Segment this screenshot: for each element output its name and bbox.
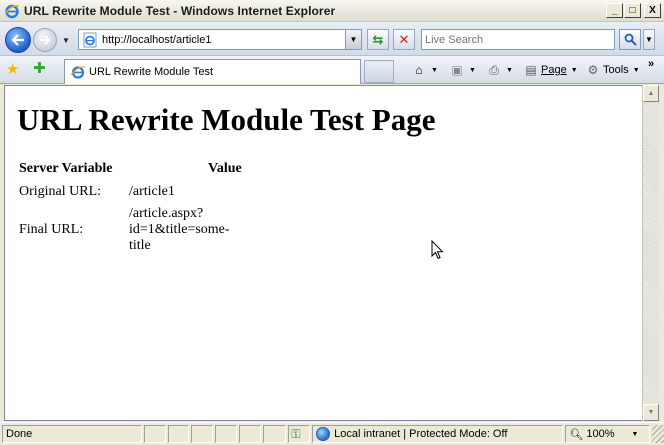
add-favorites-icon[interactable]: ✚ xyxy=(33,59,46,77)
column-header-value: Value xyxy=(208,161,242,176)
chevron-down-icon: ▼ xyxy=(631,430,639,438)
status-pane xyxy=(262,425,287,443)
protected-mode-pane[interactable]: ⚿ xyxy=(288,425,311,443)
table-cell-value: /article.aspx?id=1&title=some-title xyxy=(129,206,230,253)
zoom-pane[interactable]: 🔍︎ 100% ▼ xyxy=(565,425,651,443)
page-menu-button[interactable]: ▤ Page ▼ xyxy=(523,62,578,78)
page-menu-label: Page xyxy=(541,64,567,76)
window-title: URL Rewrite Module Test - Windows Intern… xyxy=(24,3,336,18)
table-cell-variable: Final URL: xyxy=(19,222,84,237)
chevron-down-icon: ▼ xyxy=(469,66,476,74)
minimize-button[interactable]: _ xyxy=(606,3,623,18)
address-bar[interactable]: ▼ xyxy=(78,29,362,50)
chevron-down-icon: ▼ xyxy=(349,35,358,44)
page-title: URL Rewrite Module Test Page xyxy=(17,102,436,137)
chevron-down-icon: ▼ xyxy=(632,66,640,74)
feeds-icon: ▣ xyxy=(451,63,463,77)
zoom-level: 100% xyxy=(586,428,615,440)
home-icon: ⌂ xyxy=(415,63,423,77)
table-row: Original URL: /article1 xyxy=(18,181,243,203)
column-header-server-variable: Server Variable xyxy=(19,161,113,176)
address-input[interactable] xyxy=(102,33,345,46)
chevron-down-icon: ▼ xyxy=(645,35,653,44)
gear-icon: ⚙ xyxy=(587,63,599,77)
maximize-button[interactable]: □ xyxy=(624,3,641,18)
chevron-down-icon: ▼ xyxy=(570,66,578,74)
navigation-bar: ▼ ▼ ⇆ ✕ ▼ xyxy=(0,22,664,56)
chevron-up-icon: ▲ xyxy=(647,90,655,97)
globe-icon xyxy=(316,427,331,441)
status-pane xyxy=(143,425,166,443)
refresh-button[interactable]: ⇆ xyxy=(367,29,389,50)
back-arrow-icon xyxy=(11,34,24,46)
forward-button[interactable] xyxy=(33,28,57,52)
stop-button[interactable]: ✕ xyxy=(393,29,415,50)
status-pane xyxy=(191,425,214,443)
close-icon: X xyxy=(649,4,656,16)
scroll-down-button[interactable]: ▼ xyxy=(643,404,659,421)
status-text: Done xyxy=(2,425,142,443)
mouse-cursor-icon xyxy=(431,240,444,260)
forward-arrow-icon xyxy=(40,35,51,45)
search-input[interactable] xyxy=(422,33,614,46)
refresh-icon: ⇆ xyxy=(372,31,384,47)
tab-label: URL Rewrite Module Test xyxy=(89,66,214,78)
recent-pages-dropdown-icon[interactable]: ▼ xyxy=(62,36,70,45)
maximize-icon: □ xyxy=(629,4,636,16)
status-bar: Done ⚿ Local intranet | Protected Mode: … xyxy=(0,422,664,445)
status-pane xyxy=(167,425,190,443)
status-pane xyxy=(215,425,237,443)
close-button[interactable]: X xyxy=(644,3,661,18)
table-cell-variable: Original URL: xyxy=(19,184,102,199)
home-button[interactable]: ⌂ ▼ xyxy=(411,62,438,78)
chevron-down-icon: ▼ xyxy=(506,66,513,74)
status-label: Done xyxy=(6,428,33,440)
server-variables-table: Server Variable Value Original URL: /art… xyxy=(18,159,243,257)
print-button[interactable]: ⎙ ▼ xyxy=(486,62,513,78)
resize-grip[interactable] xyxy=(652,425,664,443)
chevron-down-icon: ▼ xyxy=(431,66,438,74)
page-favicon-icon xyxy=(83,32,97,47)
tools-menu-button[interactable]: ⚙ Tools ▼ xyxy=(585,62,640,78)
address-dropdown-button[interactable]: ▼ xyxy=(345,30,361,49)
stop-icon: ✕ xyxy=(398,31,410,47)
favorites-star-icon[interactable]: ★ xyxy=(6,60,19,78)
table-header-row: Server Variable Value xyxy=(18,159,243,181)
table-row: Final URL: /article.aspx?id=1&title=some… xyxy=(18,203,243,257)
security-zone-label: Local intranet | Protected Mode: Off xyxy=(334,428,508,440)
security-zone-pane[interactable]: Local intranet | Protected Mode: Off xyxy=(312,425,564,443)
zoom-icon: 🔍︎ xyxy=(569,428,584,441)
chevron-down-icon: ▼ xyxy=(647,409,655,416)
security-icon: ⚿ xyxy=(291,426,301,441)
table-cell-value: /article1 xyxy=(129,184,175,199)
tools-menu-label: Tools xyxy=(603,64,629,76)
vertical-scrollbar[interactable]: ▲ ▼ xyxy=(642,85,659,421)
search-icon xyxy=(624,33,637,46)
page-favicon-icon xyxy=(70,66,86,79)
command-overflow-icon[interactable]: » xyxy=(648,58,654,70)
printer-icon: ⎙ xyxy=(489,62,499,77)
status-pane xyxy=(238,425,261,443)
page-content: URL Rewrite Module Test Page Server Vari… xyxy=(4,85,642,421)
search-options-dropdown[interactable]: ▼ xyxy=(643,29,655,50)
new-tab-button[interactable] xyxy=(364,60,394,83)
search-box[interactable] xyxy=(421,29,615,50)
internet-explorer-icon xyxy=(4,4,20,18)
tab-bar: ★ ✚ URL Rewrite Module Test ⌂ ▼ ▣ ▼ ⎙ ▼ ▤ P… xyxy=(0,56,664,84)
minimize-icon: _ xyxy=(611,4,618,16)
tab-url-rewrite-test[interactable]: URL Rewrite Module Test xyxy=(64,59,361,84)
back-button[interactable] xyxy=(5,27,31,53)
page-icon: ▤ xyxy=(525,63,537,77)
window-title-bar[interactable]: URL Rewrite Module Test - Windows Intern… xyxy=(0,0,664,22)
scroll-up-button[interactable]: ▲ xyxy=(643,85,659,102)
feeds-button[interactable]: ▣ ▼ xyxy=(449,62,476,78)
search-button[interactable] xyxy=(619,29,641,50)
